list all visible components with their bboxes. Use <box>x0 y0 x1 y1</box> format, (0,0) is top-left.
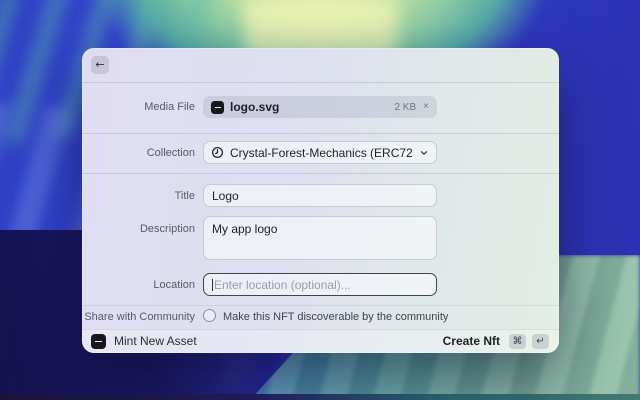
header-divider <box>82 82 559 83</box>
mint-new-asset-window: ← Media File logo.svg 2 KB × Collection … <box>82 48 559 353</box>
chevron-down-icon <box>419 148 429 158</box>
title-label: Title <box>82 190 195 202</box>
app-icon <box>91 334 106 349</box>
location-field-wrap <box>203 273 437 296</box>
share-label: Share with Community <box>82 311 195 323</box>
footer-app-name: Mint New Asset <box>114 334 197 348</box>
row-divider <box>82 133 559 134</box>
share-checkbox[interactable] <box>203 309 216 322</box>
media-file-label: Media File <box>82 101 195 113</box>
row-divider <box>82 173 559 174</box>
back-arrow-icon: ← <box>95 58 104 71</box>
footer-bar: Mint New Asset Create Nft ⌘ ↵ <box>82 329 559 353</box>
back-button[interactable]: ← <box>91 56 109 74</box>
return-key-icon: ↵ <box>532 334 549 349</box>
title-input[interactable] <box>212 189 428 203</box>
location-label: Location <box>82 279 195 291</box>
media-file-size: 2 KB <box>394 102 416 113</box>
clock-icon <box>211 146 224 159</box>
wallpaper-bottom-strip <box>0 394 640 400</box>
description-field-wrap: My app logo <box>203 216 437 260</box>
description-label: Description <box>82 223 195 235</box>
media-file-name: logo.svg <box>230 100 279 114</box>
description-textarea[interactable]: My app logo <box>212 222 428 254</box>
row-divider <box>82 305 559 306</box>
command-key-icon: ⌘ <box>509 334 526 349</box>
collection-label: Collection <box>82 147 195 159</box>
create-nft-button[interactable]: Create Nft ⌘ ↵ <box>443 334 549 349</box>
share-checkbox-label[interactable]: Make this NFT discoverable by the commun… <box>223 311 448 323</box>
create-nft-label: Create Nft <box>443 334 500 348</box>
media-file-chip[interactable]: logo.svg 2 KB × <box>203 96 437 118</box>
text-caret <box>212 279 213 291</box>
title-field-wrap <box>203 184 437 207</box>
file-thumbnail-icon <box>211 101 224 114</box>
collection-dropdown[interactable]: Crystal-Forest-Mechanics (ERC721) <box>203 141 437 164</box>
collection-selected-value: Crystal-Forest-Mechanics (ERC721) <box>230 146 413 160</box>
location-input[interactable] <box>214 278 428 292</box>
remove-file-icon[interactable]: × <box>423 102 429 112</box>
